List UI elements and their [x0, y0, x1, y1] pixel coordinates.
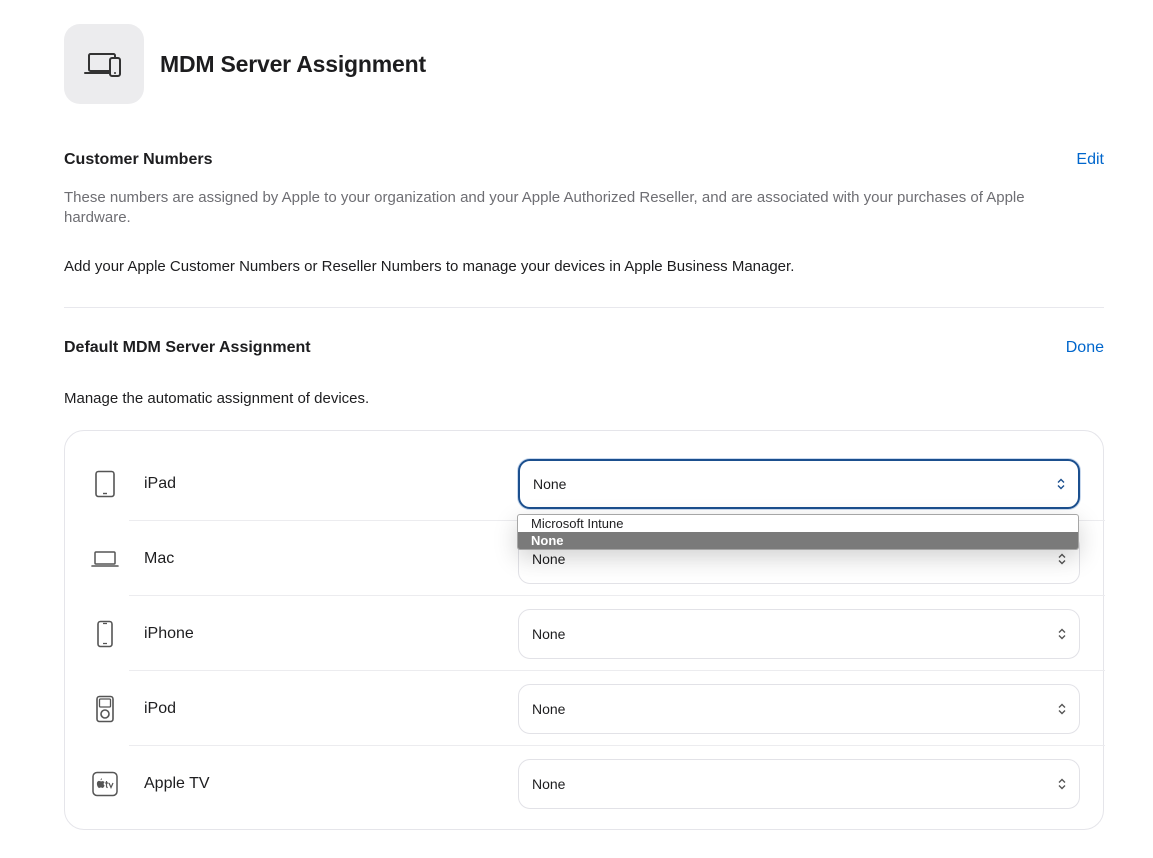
select-value: None	[532, 700, 566, 717]
page: MDM Server Assignment Customer Numbers E…	[0, 0, 1153, 858]
iphone-icon	[89, 618, 121, 650]
chevron-up-down-icon	[1058, 553, 1066, 564]
chevron-up-down-icon	[1057, 478, 1065, 489]
default-assignment-title: Default MDM Server Assignment	[64, 339, 311, 356]
device-row-ipad: iPad None	[65, 446, 1105, 521]
device-row-ipod: iPod None	[65, 671, 1105, 746]
dropdown-option-microsoft-intune[interactable]: Microsoft Intune	[518, 515, 1078, 532]
select-value: None	[532, 775, 566, 792]
customer-numbers-note: Add your Apple Customer Numbers or Resel…	[64, 258, 795, 275]
customer-numbers-description: These numbers are assigned by Apple to y…	[64, 189, 1025, 226]
chevron-up-down-icon	[1058, 703, 1066, 714]
select-value: None	[532, 625, 566, 642]
dropdown-option-none[interactable]: None	[518, 532, 1078, 549]
ipad-mdm-select[interactable]: None	[518, 458, 1080, 509]
device-label: Mac	[144, 549, 175, 567]
mdm-server-dropdown-list: Microsoft Intune None	[517, 514, 1079, 550]
laptop-icon	[89, 543, 121, 575]
ipad-icon	[89, 468, 121, 500]
chevron-up-down-icon	[1058, 778, 1066, 789]
default-assignment-header: Default MDM Server Assignment Done	[64, 339, 1104, 357]
customer-numbers-title: Customer Numbers	[64, 151, 213, 168]
device-label: iPhone	[144, 624, 194, 642]
done-link[interactable]: Done	[1066, 339, 1104, 357]
customer-numbers-header: Customer Numbers Edit	[64, 151, 1104, 169]
edit-link[interactable]: Edit	[1076, 151, 1104, 169]
page-header: MDM Server Assignment	[64, 24, 426, 104]
device-label: iPad	[144, 474, 177, 492]
apple-tv-icon	[89, 768, 121, 800]
device-label: Apple TV	[144, 774, 210, 792]
select-value: None	[533, 475, 567, 492]
select-value: None	[532, 550, 566, 567]
device-label: iPod	[144, 699, 177, 717]
apple-tv-mdm-select[interactable]: None	[518, 758, 1080, 809]
chevron-up-down-icon	[1058, 628, 1066, 639]
laptop-phone-icon	[64, 24, 144, 104]
device-assignment-card: iPad None Mac None iPhone None iPod None…	[64, 430, 1105, 830]
section-divider	[64, 307, 1104, 308]
page-title: MDM Server Assignment	[160, 50, 426, 77]
device-row-iphone: iPhone None	[65, 596, 1105, 671]
iphone-mdm-select[interactable]: None	[518, 608, 1080, 659]
device-row-apple-tv: Apple TV None	[65, 746, 1105, 821]
ipod-icon	[89, 693, 121, 725]
ipod-mdm-select[interactable]: None	[518, 683, 1080, 734]
default-assignment-description: Manage the automatic assignment of devic…	[64, 390, 370, 407]
